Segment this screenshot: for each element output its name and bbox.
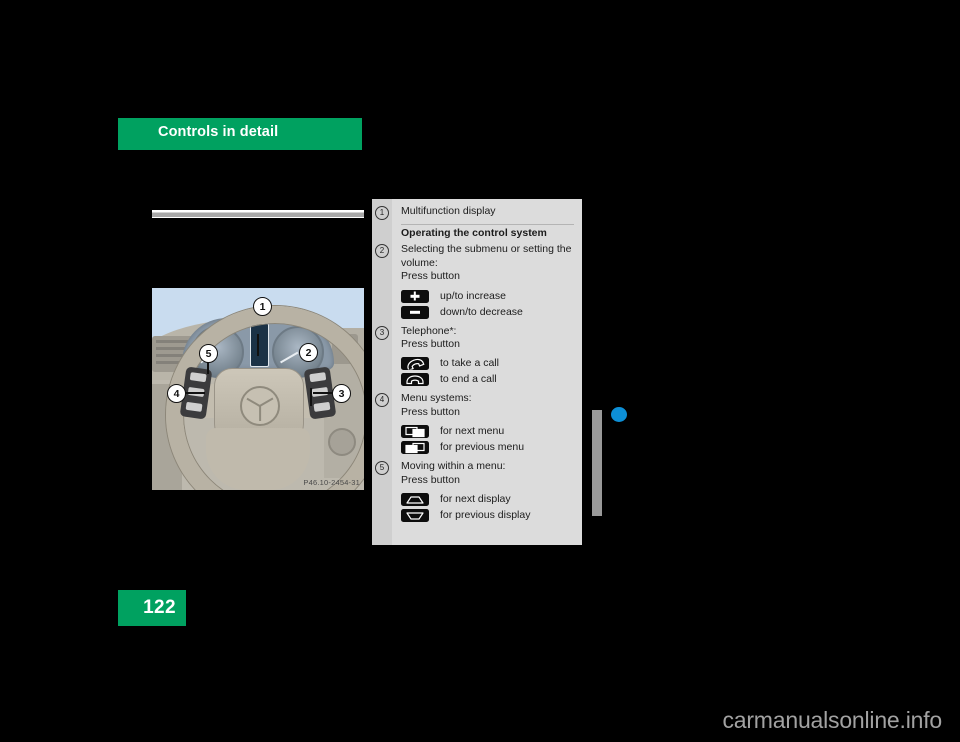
page-number-label: 122: [143, 597, 176, 618]
legend-item: for previous display: [372, 509, 582, 523]
legend-entry-text: Multifunction display: [401, 205, 496, 217]
arrow-up-icon: [401, 493, 429, 507]
legend-item: to take a call: [372, 357, 582, 371]
legend-entry: 5 Moving within a menu: Press button: [372, 460, 582, 487]
legend-entry-text: Telephone*: Press button: [401, 324, 460, 351]
minus-button-icon: [401, 305, 429, 319]
legend-item-label: for previous display: [440, 509, 531, 522]
section-rule-inner: [152, 212, 364, 217]
legend-item: up/to increase: [372, 289, 582, 303]
figure-caption: P46.10-2454-31: [303, 478, 360, 487]
legend-item: for next display: [372, 493, 582, 507]
legend-item-label: to take a call: [440, 357, 499, 370]
legend-entry-number: 1: [372, 205, 392, 220]
figure-callout-1: 1: [253, 297, 272, 316]
legend-item: for next menu: [372, 425, 582, 439]
previous-menu-icon: [401, 441, 429, 455]
legend-entry: 1 Multifunction display: [372, 205, 582, 220]
leader-line-2: [310, 388, 312, 406]
figure-callout-5: 5: [199, 344, 218, 363]
legend-item-label: down/to decrease: [440, 305, 523, 318]
legend-entry: 4 Menu systems: Press button: [372, 392, 582, 419]
callout-number-2: 2: [375, 244, 389, 259]
legend-entry-text: Moving within a menu: Press button: [401, 460, 506, 486]
legend-entry-number: 2: [372, 243, 392, 259]
legend-item: down/to decrease: [372, 305, 582, 319]
figure-callout-4: 4: [167, 384, 186, 403]
section-rule: [152, 210, 364, 218]
site-watermark: carmanualsonline.info: [722, 707, 942, 733]
legend-entry-number: 4: [372, 392, 392, 408]
manual-page: Controls in detail P46.10-2454-31 1 2 3 …: [0, 0, 960, 742]
figure-callout-3: 3: [332, 384, 351, 403]
legend-panel: 1 Multifunction display Operating the cont…: [372, 199, 582, 545]
callout-number-4: 4: [375, 393, 389, 408]
legend-entry-text: Selecting the submenu or setting the vol…: [401, 243, 572, 283]
legend-item: for previous menu: [372, 441, 582, 455]
mercedes-star-icon: [240, 386, 280, 426]
legend-entry-number: [372, 227, 392, 228]
legend-divider: [401, 224, 574, 225]
legend-entries: 1 Multifunction display Operating the cont…: [372, 199, 582, 545]
legend-item: to end a call: [372, 373, 582, 387]
arrow-down-icon: [401, 509, 429, 523]
callout-number-5: 5: [375, 461, 389, 476]
legend-item-label: for next menu: [440, 425, 505, 438]
steering-wheel-lower-pad: [206, 428, 310, 490]
chapter-title: Controls in detail: [158, 124, 279, 140]
next-menu-icon: [401, 425, 429, 439]
legend-entry: Operating the control system: [372, 227, 582, 240]
legend-item-label: for next display: [440, 493, 511, 506]
callout-number-1: 1: [375, 206, 389, 220]
leader-line-1: [257, 334, 259, 356]
figure-callout-2: 2: [299, 343, 318, 362]
plus-button-icon: [401, 289, 429, 303]
legend-entry-text: Operating the control system: [401, 227, 547, 239]
phone-hangup-icon: [401, 373, 429, 387]
phone-pickup-icon: [401, 357, 429, 371]
legend-item-label: for previous menu: [440, 441, 525, 454]
callout-number-3: 3: [375, 325, 389, 340]
legend-entry-number: 5: [372, 460, 392, 476]
chapter-header-banner: Controls in detail: [118, 118, 362, 150]
margin-rule: [592, 410, 602, 516]
legend-entry: 3 Telephone*: Press button: [372, 325, 582, 352]
legend-item-label: to end a call: [440, 373, 497, 386]
legend-item-label: up/to increase: [440, 289, 506, 302]
legend-entry-number: 3: [372, 325, 392, 340]
page-number-badge: 122: [118, 590, 186, 626]
legend-entry: 2 Selecting the submenu or setting the vo…: [372, 243, 582, 283]
margin-dot-indicator: [611, 407, 627, 422]
legend-entry-text: Menu systems: Press button: [401, 392, 472, 418]
